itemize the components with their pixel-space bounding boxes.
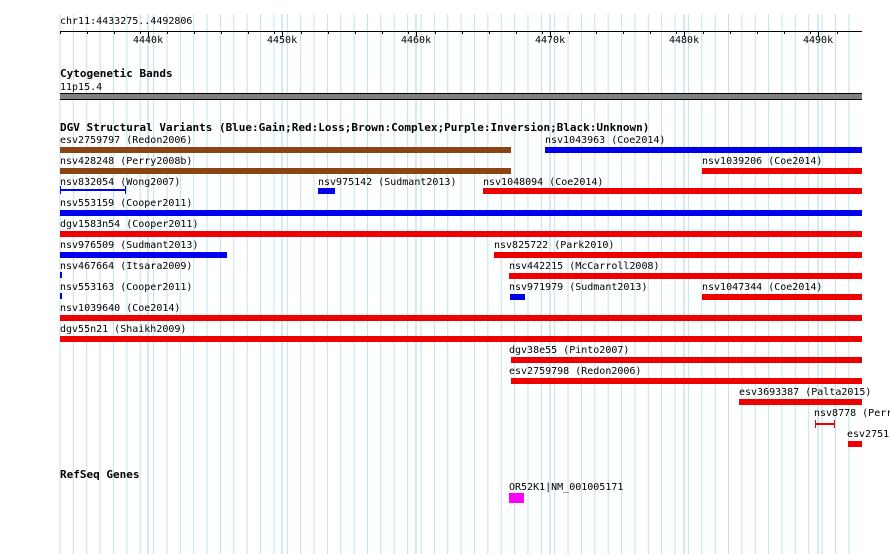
refseq-track-title[interactable]: RefSeq Genes <box>60 469 139 481</box>
dgv-feature-label[interactable]: nsv1048094 (Coe2014) <box>483 177 603 188</box>
dgv-feature-bar[interactable] <box>509 273 862 279</box>
ruler-tick-label: 4490k <box>803 35 834 46</box>
dgv-feature-bar[interactable] <box>510 294 525 300</box>
gene-feature[interactable] <box>509 493 524 503</box>
ruler-minor-tick <box>408 31 410 34</box>
dgv-track-title[interactable]: DGV Structural Variants (Blue:Gain;Red:L… <box>60 122 649 134</box>
cytoband-label[interactable]: 11p15.4 <box>60 82 102 93</box>
ruler-minor-tick <box>86 31 88 34</box>
dgv-feature-label[interactable]: nsv1047344 (Coe2014) <box>702 282 822 293</box>
dgv-feature-label[interactable]: dgv1583n54 (Cooper2011) <box>60 219 198 230</box>
dgv-feature-bar[interactable] <box>60 189 126 191</box>
dgv-feature-bar[interactable] <box>60 272 62 278</box>
ruler-minor-tick <box>354 31 356 34</box>
ruler-minor-tick <box>462 31 463 34</box>
dgv-feature-label[interactable]: nsv832054 (Wong2007) <box>60 177 180 188</box>
ruler-minor-tick <box>515 31 517 34</box>
ruler-minor-tick <box>60 31 61 34</box>
dgv-feature-endcap <box>60 186 61 194</box>
dgv-feature-bar[interactable] <box>702 168 862 174</box>
dgv-feature-label[interactable]: nsv975142 (Sudmant2013) <box>318 177 456 188</box>
dgv-feature-bar[interactable] <box>702 294 862 300</box>
ruler-axis <box>60 31 862 32</box>
ruler-minor-tick <box>488 31 490 34</box>
dgv-feature-label[interactable]: nsv971979 (Sudmant2013) <box>509 282 647 293</box>
dgv-feature-bar[interactable] <box>60 315 862 321</box>
ruler-minor-tick <box>783 31 785 34</box>
ruler-tick-label: 4460k <box>401 35 432 46</box>
ruler-minor-tick <box>381 31 383 34</box>
dgv-feature-bar[interactable] <box>545 147 862 153</box>
dgv-feature-bar[interactable] <box>60 210 862 216</box>
ruler-minor-tick <box>435 31 437 34</box>
gene-label[interactable]: OR52K1|NM_001005171 <box>509 482 623 493</box>
ruler-minor-tick <box>194 31 195 34</box>
dgv-feature-label[interactable]: esv2759798 (Redon2006) <box>509 366 641 377</box>
dgv-feature-endcap <box>834 420 835 428</box>
ruler-minor-tick <box>542 31 544 34</box>
dgv-feature-label[interactable]: dgv38e55 (Pinto2007) <box>509 345 629 356</box>
dgv-feature-label[interactable]: nsv1039640 (Coe2014) <box>60 303 180 314</box>
dgv-feature-bar[interactable] <box>494 252 862 258</box>
dgv-feature-bar[interactable] <box>60 147 511 153</box>
dgv-feature-label[interactable]: nsv8778 (Perr <box>814 408 890 419</box>
ruler-minor-tick <box>596 31 597 34</box>
ruler-tick-label: 4450k <box>267 35 298 46</box>
cytoband-bar[interactable] <box>60 93 862 100</box>
dgv-feature-bar[interactable] <box>60 252 227 258</box>
dgv-feature-label[interactable]: esv2759797 (Redon2006) <box>60 135 192 146</box>
ruler-tick-label: 4480k <box>669 35 700 46</box>
dgv-feature-label[interactable]: nsv976509 (Sudmant2013) <box>60 240 198 251</box>
ruler-minor-tick <box>301 31 303 34</box>
dgv-feature-endcap <box>125 186 126 194</box>
dgv-feature-bar[interactable] <box>511 357 862 363</box>
ruler-minor-tick <box>247 31 249 34</box>
dgv-feature-label[interactable]: nsv1039206 (Coe2014) <box>702 156 822 167</box>
dgv-feature-endcap <box>815 420 816 428</box>
dgv-feature-label[interactable]: dgv55n21 (Shaikh2009) <box>60 324 186 335</box>
dgv-feature-label[interactable]: nsv1043963 (Coe2014) <box>545 135 665 146</box>
ruler-minor-tick <box>622 31 624 34</box>
ruler-minor-tick <box>730 31 731 34</box>
ruler-tick-label: 4440k <box>133 35 164 46</box>
dgv-feature-bar[interactable] <box>60 293 62 299</box>
dgv-feature-label[interactable]: esv3693387 (Palta2015) <box>739 387 871 398</box>
ruler-minor-tick <box>837 31 839 34</box>
ruler-minor-tick <box>649 31 651 34</box>
dgv-feature-label[interactable]: nsv467664 (Itsara2009) <box>60 261 192 272</box>
dgv-feature-bar[interactable] <box>60 336 862 342</box>
ruler-minor-tick <box>167 31 169 34</box>
ruler-minor-tick <box>703 31 705 34</box>
ruler-minor-tick <box>676 31 678 34</box>
ruler-minor-tick <box>756 31 758 34</box>
dgv-feature-bar[interactable] <box>739 399 862 405</box>
ruler-minor-tick <box>220 31 222 34</box>
ruler-minor-tick <box>569 31 571 34</box>
dgv-feature-label[interactable]: nsv428248 (Perry2008b) <box>60 156 192 167</box>
dgv-feature-bar[interactable] <box>815 423 835 425</box>
dgv-feature-bar[interactable] <box>318 188 335 194</box>
dgv-feature-bar[interactable] <box>60 231 862 237</box>
dgv-feature-label[interactable]: nsv553159 (Cooper2011) <box>60 198 192 209</box>
dgv-feature-label[interactable]: nsv825722 (Park2010) <box>494 240 614 251</box>
dgv-feature-label[interactable]: esv2751 <box>847 429 889 440</box>
dgv-feature-bar[interactable] <box>60 168 511 174</box>
dgv-feature-bar[interactable] <box>848 441 862 447</box>
ruler-tick-label: 4470k <box>535 35 566 46</box>
ruler-minor-tick <box>328 31 329 34</box>
ruler-minor-tick <box>140 31 142 34</box>
ruler-minor-tick <box>274 31 276 34</box>
dgv-feature-label[interactable]: nsv442215 (McCarroll2008) <box>509 261 660 272</box>
dgv-feature-bar[interactable] <box>483 188 862 194</box>
ruler-location: chr11:4433275..4492806 <box>60 16 193 27</box>
dgv-feature-label[interactable]: nsv553163 (Cooper2011) <box>60 282 192 293</box>
dgv-feature-bar[interactable] <box>511 378 862 384</box>
ruler-minor-tick <box>113 31 115 34</box>
cytoband-track-title[interactable]: Cytogenetic Bands <box>60 68 173 80</box>
ruler-minor-tick <box>810 31 812 34</box>
